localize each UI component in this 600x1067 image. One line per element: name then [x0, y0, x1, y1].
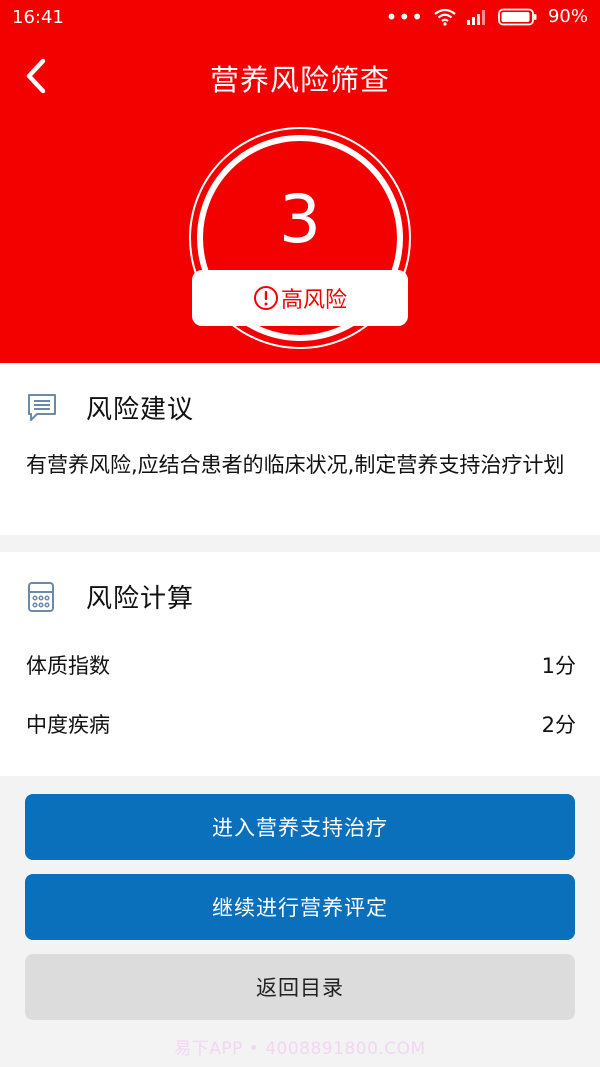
enter-nutrition-support-button[interactable]: 进入营养支持治疗 [25, 794, 575, 860]
status-time: 16:41 [12, 7, 64, 28]
battery-percent: 90% [547, 6, 588, 27]
advice-title: 风险建议 [86, 395, 195, 425]
risk-level-label: 高风险 [280, 288, 347, 313]
calc-row-label: 体质指数 [26, 654, 110, 678]
calculator-icon [28, 581, 54, 612]
risk-advice-card: 风险建议 有营养风险,应结合患者的临床状况,制定营养支持治疗计划 [0, 363, 600, 535]
status-icons: ••• 90% [386, 6, 588, 27]
chat-bubble-icon [28, 393, 56, 421]
continue-assessment-button[interactable]: 继续进行营养评定 [25, 874, 575, 940]
calc-row-value: 2分 [541, 713, 576, 737]
advice-text: 有营养风险,应结合患者的临床状况,制定营养支持治疗计划 [26, 453, 565, 477]
status-bar: 16:41 ••• 90% [0, 0, 600, 36]
more-dots-icon: ••• [385, 4, 424, 29]
calculation-title: 风险计算 [86, 584, 195, 614]
advice-header: 风险建议 [26, 389, 194, 426]
calculation-header: 风险计算 [26, 578, 194, 615]
calc-row-value: 1分 [541, 654, 576, 678]
back-to-menu-button[interactable]: 返回目录 [25, 954, 575, 1020]
watermark: 易下APP • 4008891800.COM [174, 1039, 426, 1059]
battery-icon [498, 8, 537, 25]
risk-score: 3 [279, 181, 321, 258]
hero-header: 16:41 ••• 90% 营养风险筛查 3 高风险 [0, 0, 600, 363]
page-title: 营养风险筛查 [209, 63, 390, 97]
calc-row-label: 中度疾病 [26, 713, 110, 737]
signal-icon [466, 9, 485, 25]
risk-calculation-card: 风险计算 体质指数 1分 中度疾病 2分 [0, 552, 600, 776]
risk-level-badge: 高风险 [192, 270, 408, 326]
nav-bar: 营养风险筛查 [0, 44, 600, 108]
calc-row-bmi: 体质指数 1分 [26, 645, 576, 685]
wifi-icon [434, 8, 456, 26]
alert-circle-icon [253, 286, 278, 310]
calc-row-disease: 中度疾病 2分 [26, 704, 576, 744]
